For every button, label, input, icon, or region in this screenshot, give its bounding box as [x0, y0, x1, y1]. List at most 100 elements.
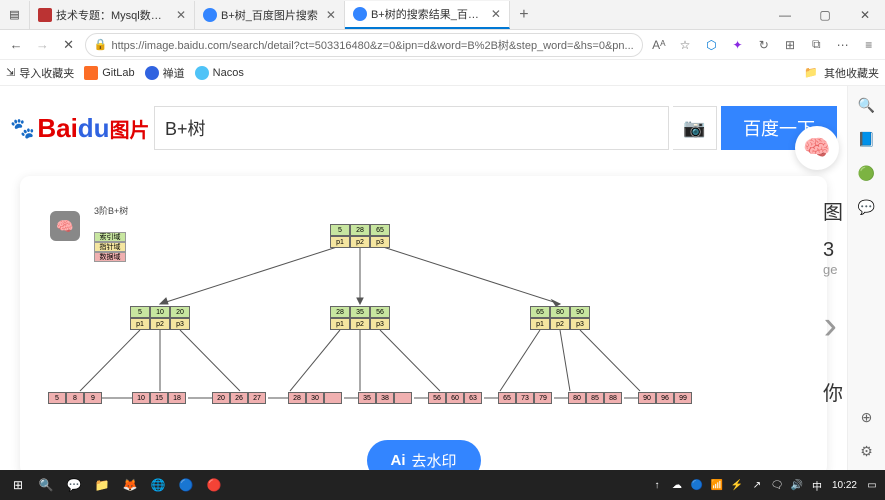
tab-0[interactable]: 技术专题：Mysql数据库（视图… ✕ [30, 1, 195, 29]
sidebar-app-icon[interactable]: 🟢 [856, 162, 878, 184]
tab-close-icon[interactable]: ✕ [176, 8, 186, 22]
leaf-node: 202627 [212, 392, 266, 404]
start-button[interactable]: ⊞ [4, 471, 32, 499]
taskbar-search-icon[interactable]: 🔍 [32, 471, 60, 499]
ai-assistant-button[interactable]: 🧠 [795, 126, 839, 170]
tab-home[interactable]: ▤ [0, 1, 30, 29]
bookmark-zentao[interactable]: 禅道 [145, 65, 185, 81]
sidebar-add-icon[interactable]: ⊕ [856, 406, 878, 428]
home-icon: ▤ [9, 8, 19, 21]
leaf-node: 589 [48, 392, 102, 404]
tray-icon[interactable]: 🔊 [788, 471, 806, 499]
minimize-button[interactable]: — [765, 0, 805, 30]
refresh-icon[interactable]: ↻ [754, 33, 774, 57]
edge-sidebar: 🔍 📘 🟢 💬 ⊕ ⚙ [847, 86, 885, 470]
url-text: https://image.baidu.com/search/detail?ct… [111, 37, 633, 53]
sidebar-toggle-icon[interactable]: ≡ [859, 33, 879, 57]
lock-icon: 🔒 [94, 38, 108, 51]
notification-icon[interactable]: ▭ [863, 471, 881, 499]
root-node: 52865 p1p2p3 [330, 224, 390, 248]
folder-icon: 📁 [804, 66, 818, 79]
collections-icon[interactable]: ⊞ [780, 33, 800, 57]
inner-node: 283556 p1p2p3 [330, 306, 390, 330]
leaf-node: 909699 [638, 392, 692, 404]
clock-time[interactable]: 10:22 [832, 480, 857, 491]
menu-icon[interactable]: ⋯ [832, 33, 852, 57]
leaf-node: 808588 [568, 392, 622, 404]
url-input[interactable]: 🔒 https://image.baidu.com/search/detail?… [85, 33, 643, 57]
tray-icon[interactable]: 📶 [708, 471, 726, 499]
ai-icon: Ai [390, 452, 405, 469]
edge-icon[interactable]: 🔵 [172, 471, 200, 499]
import-label: 导入收藏夹 [19, 65, 74, 81]
back-button[interactable]: ← [6, 33, 26, 57]
browser-tabs-bar: ▤ 技术专题：Mysql数据库（视图… ✕ B+树_百度图片搜索 ✕ B+树的搜… [0, 0, 885, 30]
address-bar: ← → ✕ 🔒 https://image.baidu.com/search/d… [0, 30, 885, 60]
tray-icon[interactable]: 🔵 [688, 471, 706, 499]
leaf-node: 566063 [428, 392, 482, 404]
chrome-icon[interactable]: 🌐 [144, 471, 172, 499]
tray-icon[interactable]: ↑ [648, 471, 666, 499]
sidebar-chat-icon[interactable]: 💬 [856, 196, 878, 218]
baidu-search-bar: 🐾 Baidu 图片 B+树 📷 百度一下 [0, 100, 847, 156]
tab-title: B+树的搜索结果_百度图片搜索 [371, 6, 483, 22]
sidebar-search-icon[interactable]: 🔍 [856, 94, 878, 116]
inner-node: 658090 p1p2p3 [530, 306, 590, 330]
stop-button[interactable]: ✕ [59, 33, 79, 57]
taskview-icon[interactable]: 💬 [60, 471, 88, 499]
reader-icon[interactable]: Aᴬ [649, 33, 669, 57]
shield-icon[interactable]: ⬡ [701, 33, 721, 57]
split-icon[interactable]: ⧉ [806, 33, 826, 57]
maximize-button[interactable]: ▢ [805, 0, 845, 30]
ime-icon[interactable]: 中 [808, 471, 826, 499]
bookmark-nacos[interactable]: Nacos [195, 66, 244, 80]
forward-button[interactable]: → [32, 33, 52, 57]
favorite-icon[interactable]: ☆ [675, 33, 695, 57]
remove-watermark-button[interactable]: Ai 去水印 [366, 440, 480, 470]
other-bookmarks[interactable]: 其他收藏夹 [824, 65, 879, 81]
extension-icon[interactable]: ✦ [727, 33, 747, 57]
tray-icon[interactable]: ↗ [748, 471, 766, 499]
tab-favicon [203, 8, 217, 22]
search-input[interactable]: B+树 [154, 106, 669, 150]
inner-node: 51020 p1p2p3 [130, 306, 190, 330]
leaf-node: 101518 [132, 392, 186, 404]
leaf-node: 657379 [498, 392, 552, 404]
tab-title: B+树_百度图片搜索 [221, 7, 318, 23]
bplus-tree-diagram: 🧠 3阶B+树 索引域 指针域 数据域 [40, 196, 807, 456]
record-icon[interactable]: 🔴 [200, 471, 228, 499]
bookmarks-bar: ⇲ 导入收藏夹 GitLab 禅道 Nacos 📁 其他收藏夹 [0, 60, 885, 86]
tab-favicon [38, 8, 52, 22]
tab-favicon [353, 7, 367, 21]
paw-icon: 🐾 [10, 116, 35, 141]
baidu-logo[interactable]: 🐾 Baidu 图片 [10, 106, 150, 150]
bookmark-gitlab[interactable]: GitLab [84, 66, 134, 80]
brain-icon: 🧠 [803, 135, 830, 161]
sidebar-settings-icon[interactable]: ⚙ [856, 440, 878, 462]
nacos-icon [195, 66, 209, 80]
tray-icon[interactable]: ⚡ [728, 471, 746, 499]
gitlab-icon [84, 66, 98, 80]
camera-button[interactable]: 📷 [673, 106, 717, 150]
zentao-icon [145, 66, 159, 80]
sidebar-outlook-icon[interactable]: 📘 [856, 128, 878, 150]
tab-2[interactable]: B+树的搜索结果_百度图片搜索 ✕ [345, 1, 510, 29]
image-viewer: › 🧠 3阶B+树 索引域 指针域 数据域 [20, 176, 827, 470]
close-window-button[interactable]: ✕ [845, 0, 885, 30]
tab-1[interactable]: B+树_百度图片搜索 ✕ [195, 1, 345, 29]
leaf-node: 2830 [288, 392, 342, 404]
tray-icon[interactable]: 🗨 [768, 471, 786, 499]
explorer-icon[interactable]: 📁 [88, 471, 116, 499]
main-content: 🐾 Baidu 图片 B+树 📷 百度一下 🧠 › 🧠 3阶B+树 索引域 指针… [0, 86, 847, 470]
side-info-panel: 图 3 ge 你 [823, 196, 843, 406]
tab-close-icon[interactable]: ✕ [491, 7, 501, 21]
firefox-icon[interactable]: 🦊 [116, 471, 144, 499]
tray-icon[interactable]: ☁ [668, 471, 686, 499]
leaf-node: 3538 [358, 392, 412, 404]
tab-close-icon[interactable]: ✕ [326, 8, 336, 22]
import-bookmarks[interactable]: ⇲ 导入收藏夹 [6, 65, 74, 81]
new-tab-button[interactable]: + [510, 6, 538, 24]
windows-taskbar: ⊞ 🔍 💬 📁 🦊 🌐 🔵 🔴 ↑ ☁ 🔵 📶 ⚡ ↗ 🗨 🔊 中 10:22 … [0, 470, 885, 500]
tab-title: 技术专题：Mysql数据库（视图… [56, 7, 168, 23]
import-icon: ⇲ [6, 66, 15, 79]
